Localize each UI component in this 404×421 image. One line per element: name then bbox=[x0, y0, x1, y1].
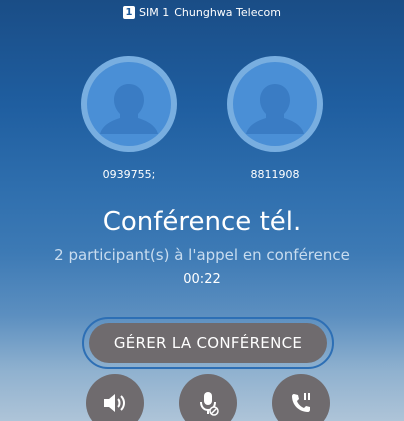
hold-button[interactable] bbox=[272, 374, 330, 421]
participant-1: 0939755; bbox=[81, 56, 177, 181]
avatar-ring bbox=[81, 56, 177, 152]
mute-mic-icon bbox=[200, 392, 219, 416]
sim-badge: 1 bbox=[123, 6, 136, 19]
manage-conference-label: GÉRER LA CONFÉRENCE bbox=[89, 323, 327, 363]
carrier-name: Chunghwa Telecom bbox=[174, 6, 281, 19]
status-bar: 1 SIM 1 Chunghwa Telecom bbox=[6, 6, 398, 19]
participants-row: 0939755; 8811908 bbox=[6, 56, 398, 181]
avatar-ring bbox=[227, 56, 323, 152]
manage-conference-button[interactable]: GÉRER LA CONFÉRENCE bbox=[82, 317, 334, 369]
call-duration: 00:22 bbox=[183, 272, 221, 287]
call-subtitle: 2 participant(s) à l'appel en conférence bbox=[54, 246, 350, 264]
contact-avatar-icon bbox=[87, 62, 171, 146]
hold-call-icon bbox=[292, 393, 310, 412]
call-controls bbox=[6, 374, 398, 421]
speaker-icon bbox=[104, 394, 125, 412]
sim-label: SIM 1 bbox=[139, 6, 170, 19]
participant-number: 8811908 bbox=[250, 168, 300, 181]
participant-2: 8811908 bbox=[227, 56, 323, 181]
contact-avatar-icon bbox=[233, 62, 317, 146]
call-screen: 1 SIM 1 Chunghwa Telecom 0939755; 881190… bbox=[6, 0, 398, 421]
mute-button[interactable] bbox=[179, 374, 237, 421]
call-title: Conférence tél. bbox=[102, 207, 302, 237]
speaker-button[interactable] bbox=[86, 374, 144, 421]
participant-number: 0939755; bbox=[102, 168, 156, 181]
